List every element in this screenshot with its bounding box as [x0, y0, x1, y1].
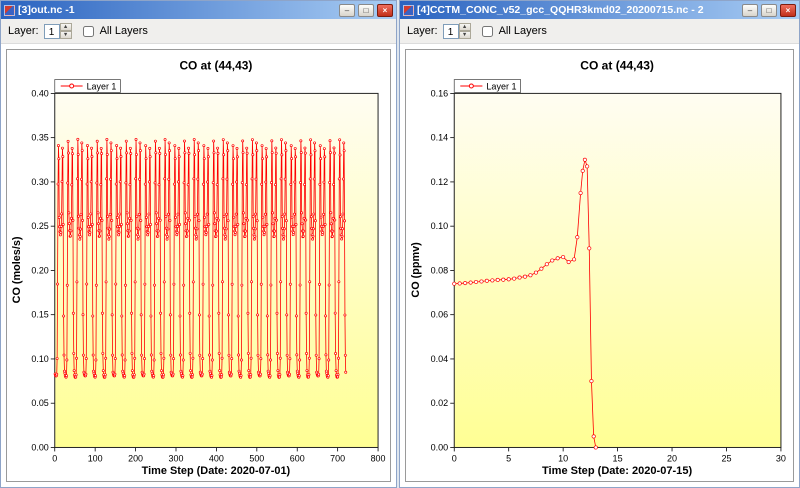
svg-text:0.20: 0.20 [31, 265, 48, 275]
legend-marker-icon [469, 84, 473, 88]
svg-text:0.35: 0.35 [31, 133, 48, 143]
minimize-button[interactable]: – [742, 4, 758, 17]
x-axis-label: Time Step (Date: 2020-07-15) [542, 465, 692, 477]
svg-text:25: 25 [721, 453, 731, 463]
chart-title: CO at (44,43) [179, 59, 252, 73]
chart-title: CO at (44,43) [580, 59, 654, 73]
spinner-down-icon[interactable]: ▼ [60, 31, 72, 39]
layer-value[interactable]: 1 [44, 24, 60, 39]
maximize-button[interactable]: □ [358, 4, 374, 17]
svg-text:100: 100 [88, 453, 103, 463]
svg-text:0.08: 0.08 [431, 265, 449, 275]
window-titlebar[interactable]: [4]CCTM_CONC_v52_gcc_QQHR3kmd02_20200715… [400, 1, 799, 19]
layer-value[interactable]: 1 [443, 24, 459, 39]
svg-text:20: 20 [667, 453, 677, 463]
spinner-down-icon[interactable]: ▼ [459, 31, 471, 39]
svg-text:10: 10 [558, 453, 568, 463]
layer-label: Layer: [8, 25, 39, 37]
y-axis-label: CO (moles/s) [11, 236, 23, 303]
chart-panel: 0 100 200 300 400 500 600 700 800 0.00 0.05 0.10 0.1… [6, 49, 391, 482]
co-timeseries-chart: 0 5 10 15 20 25 30 0.00 0.02 0.04 0.06 0.08 0.10 0.12… [406, 50, 793, 481]
plot-window-1: [3]out.nc -1 – □ × Layer: 1 ▲ ▼ All Laye… [0, 0, 397, 488]
svg-text:700: 700 [330, 453, 345, 463]
svg-text:0.06: 0.06 [431, 310, 449, 320]
chart-content: 0 5 10 15 20 25 30 0.00 0.02 0.04 0.06 0.08 0.10 0.12… [400, 44, 799, 487]
svg-text:600: 600 [290, 453, 305, 463]
window-title: [4]CCTM_CONC_v52_gcc_QQHR3kmd02_20200715… [417, 4, 739, 16]
chart-panel: 0 5 10 15 20 25 30 0.00 0.02 0.04 0.06 0.08 0.10 0.12… [405, 49, 794, 482]
all-layers-label: All Layers [100, 25, 148, 37]
layer-toolbar: Layer: 1 ▲ ▼ All Layers [1, 19, 396, 44]
svg-text:0.05: 0.05 [31, 398, 48, 408]
svg-text:0.30: 0.30 [31, 177, 48, 187]
all-layers-label: All Layers [499, 25, 547, 37]
svg-text:0.25: 0.25 [31, 221, 48, 231]
spinner-up-icon[interactable]: ▲ [459, 23, 471, 31]
x-axis-label: Time Step (Date: 2020-07-01) [142, 465, 291, 477]
layer-toolbar: Layer: 1 ▲ ▼ All Layers [400, 19, 799, 44]
window-titlebar[interactable]: [3]out.nc -1 – □ × [1, 1, 396, 19]
svg-text:0: 0 [52, 453, 57, 463]
svg-text:300: 300 [169, 453, 184, 463]
svg-text:0.16: 0.16 [431, 88, 449, 98]
layer-label: Layer: [407, 25, 438, 37]
svg-text:0: 0 [452, 453, 457, 463]
co-timeseries-chart: 0 100 200 300 400 500 600 700 800 0.00 0.05 0.10 0.1… [7, 50, 390, 481]
svg-text:0.40: 0.40 [31, 88, 48, 98]
legend-label: Layer 1 [87, 81, 117, 91]
svg-text:0.15: 0.15 [31, 310, 48, 320]
desktop: [3]out.nc -1 – □ × Layer: 1 ▲ ▼ All Laye… [0, 0, 800, 488]
layer-spinner[interactable]: 1 ▲ ▼ [44, 23, 72, 39]
layer-spinner[interactable]: 1 ▲ ▼ [443, 23, 471, 39]
chart-legend: Layer 1 [55, 80, 121, 93]
svg-text:15: 15 [613, 453, 623, 463]
svg-text:30: 30 [776, 453, 786, 463]
maximize-button[interactable]: □ [761, 4, 777, 17]
plot-window-2: [4]CCTM_CONC_v52_gcc_QQHR3kmd02_20200715… [399, 0, 800, 488]
plot-area: 0 100 200 300 400 500 600 700 800 0.00 0.05 0.10 0.1… [31, 88, 385, 463]
svg-text:0.00: 0.00 [31, 442, 48, 452]
app-icon [4, 5, 15, 16]
svg-text:200: 200 [128, 453, 143, 463]
minimize-button[interactable]: – [339, 4, 355, 17]
chart-legend: Layer 1 [454, 80, 520, 93]
svg-text:0.14: 0.14 [431, 133, 449, 143]
svg-text:0.00: 0.00 [431, 443, 449, 453]
all-layers-checkbox[interactable] [482, 26, 493, 37]
chart-content: 0 100 200 300 400 500 600 700 800 0.00 0.05 0.10 0.1… [1, 44, 396, 487]
svg-text:0.12: 0.12 [431, 177, 449, 187]
svg-text:400: 400 [209, 453, 224, 463]
svg-text:5: 5 [506, 453, 511, 463]
spinner-up-icon[interactable]: ▲ [60, 23, 72, 31]
legend-label: Layer 1 [486, 82, 516, 92]
svg-text:500: 500 [249, 453, 264, 463]
svg-text:0.02: 0.02 [431, 398, 449, 408]
all-layers-checkbox[interactable] [83, 26, 94, 37]
close-button[interactable]: × [780, 4, 796, 17]
close-button[interactable]: × [377, 4, 393, 17]
legend-marker-icon [70, 84, 74, 88]
plot-area: 0 5 10 15 20 25 30 0.00 0.02 0.04 0.06 0.08 0.10 0.12… [431, 88, 786, 463]
svg-text:800: 800 [371, 453, 386, 463]
y-axis-label: CO (ppmv) [410, 242, 422, 298]
svg-text:0.10: 0.10 [431, 221, 449, 231]
svg-text:0.04: 0.04 [431, 354, 449, 364]
svg-text:0.10: 0.10 [31, 354, 48, 364]
window-title: [3]out.nc -1 [18, 4, 336, 16]
app-icon [403, 5, 414, 16]
